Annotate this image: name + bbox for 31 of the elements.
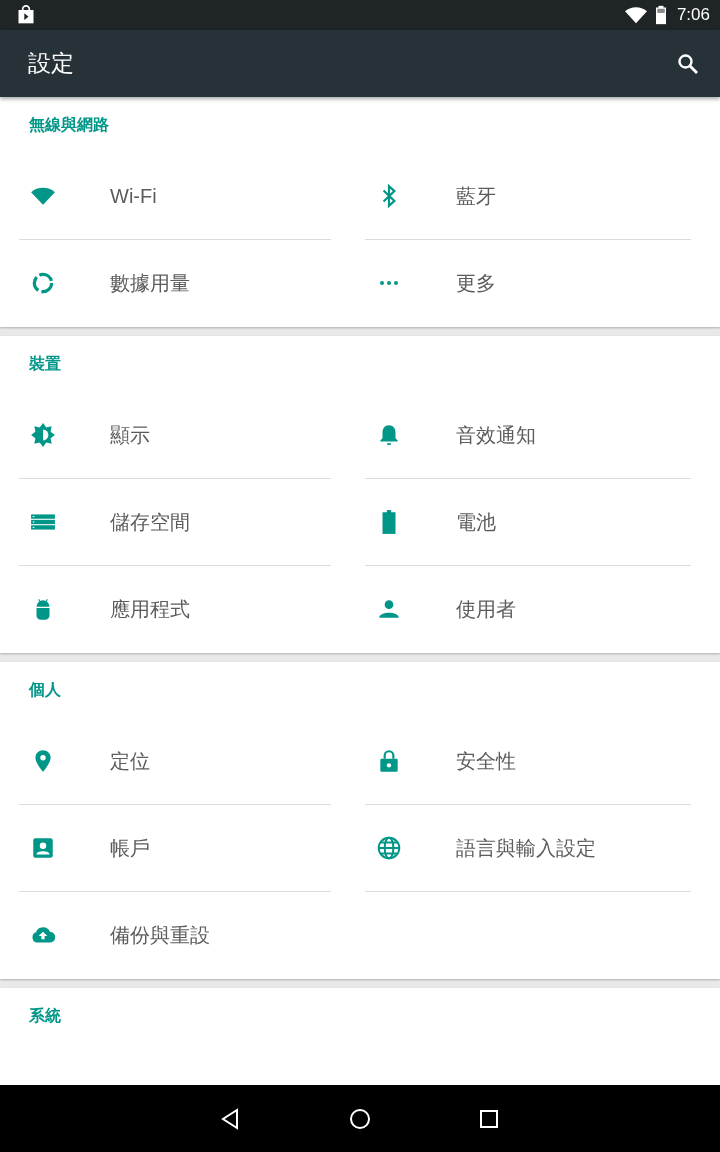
settings-item[interactable]: 應用程式 — [19, 566, 331, 653]
settings-item[interactable]: 備份與重設 — [19, 892, 331, 979]
section-header: 裝置 — [28, 354, 62, 374]
settings-item[interactable]: 數據用量 — [19, 240, 331, 327]
settings-item[interactable]: 顯示 — [19, 392, 331, 479]
account-box-icon — [30, 835, 56, 861]
shopping-bag-icon — [16, 5, 36, 25]
settings-item[interactable]: 使用者 — [365, 566, 691, 653]
settings-item[interactable]: 儲存空間 — [19, 479, 331, 566]
settings-item[interactable]: 更多 — [365, 240, 691, 327]
screen-title: 設定 — [28, 49, 75, 78]
settings-item[interactable]: 帳戶 — [19, 805, 331, 892]
wifi-signal-icon — [624, 4, 647, 26]
more-icon — [379, 281, 399, 285]
status-time: 7:06 — [676, 5, 710, 25]
home-icon — [348, 1106, 372, 1131]
settings-item[interactable]: Wi-Fi — [19, 153, 331, 240]
brightness-icon — [30, 422, 56, 448]
section-header: 系統 — [28, 1006, 62, 1026]
section-header: 個人 — [27, 680, 62, 700]
home-button[interactable] — [348, 1106, 372, 1131]
settings-item[interactable]: 音效通知 — [365, 392, 691, 479]
settings-item[interactable]: 安全性 — [365, 718, 691, 805]
search-icon — [676, 51, 700, 76]
section-header: 無線與網路 — [28, 115, 110, 135]
globe-icon — [376, 835, 402, 861]
ring-icon — [30, 270, 56, 296]
settings-item[interactable]: 語言與輸入設定 — [365, 805, 691, 892]
settings-item[interactable]: 定位 — [19, 718, 331, 805]
settings-item[interactable]: 電池 — [365, 479, 691, 566]
settings-item[interactable]: 藍牙 — [365, 153, 691, 240]
